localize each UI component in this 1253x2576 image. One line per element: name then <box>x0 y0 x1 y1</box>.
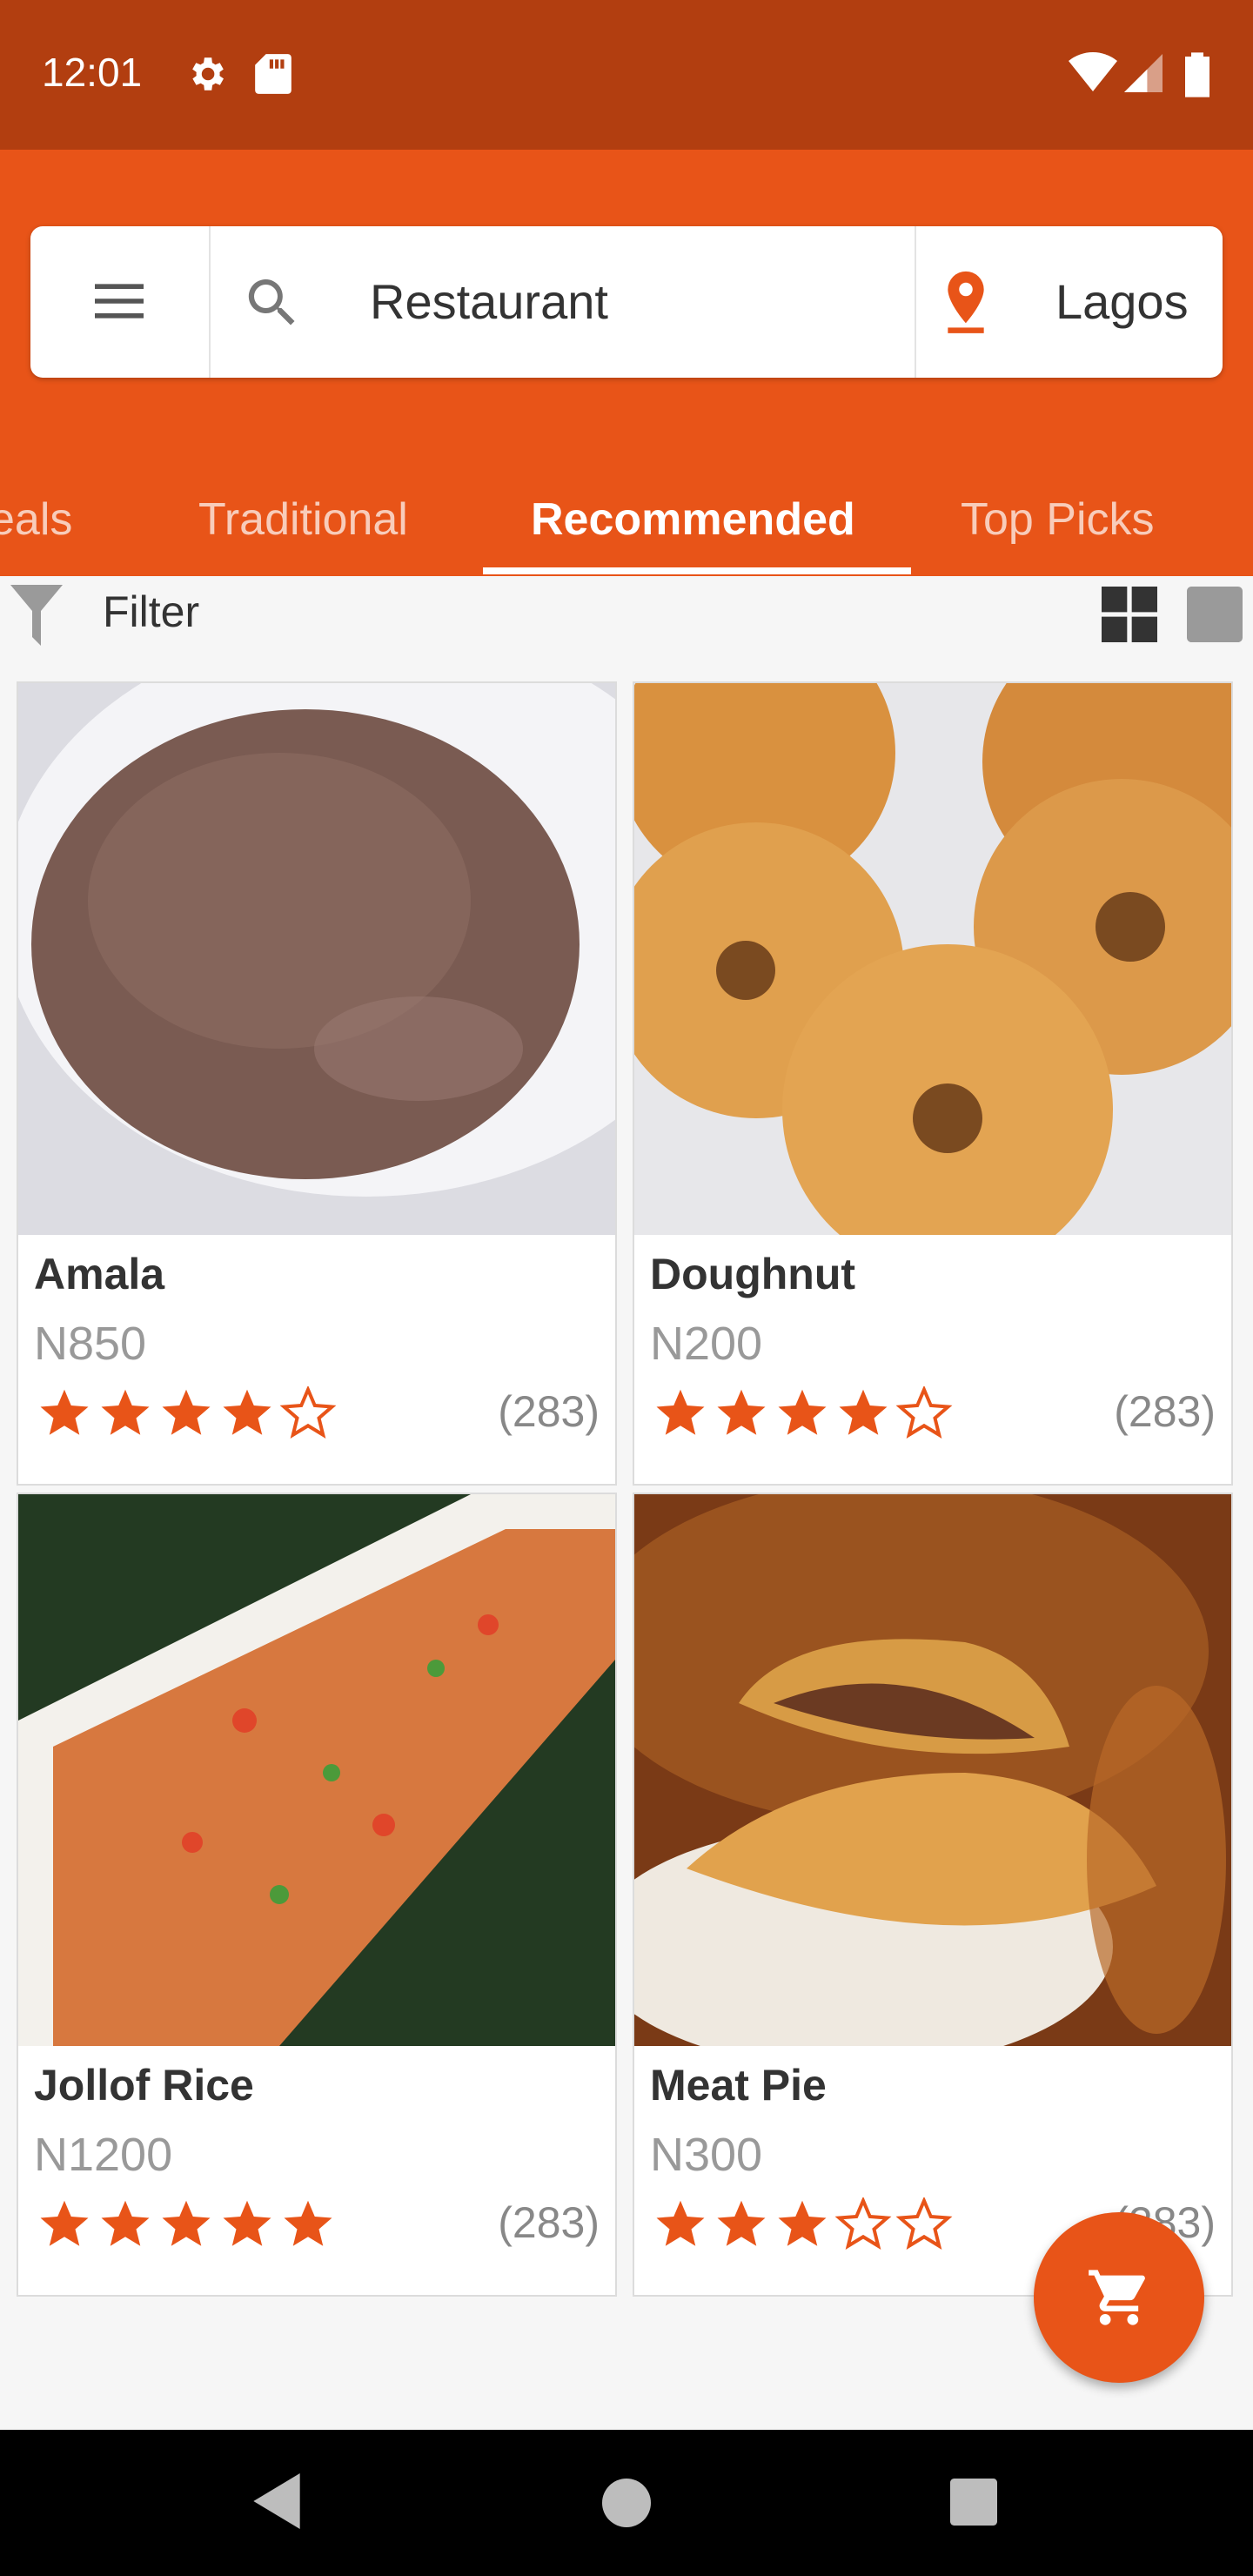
product-price: N300 <box>650 2129 763 2181</box>
star-filled-icon <box>162 1389 211 1435</box>
wifi-icon <box>1069 52 1117 91</box>
tab-meals[interactable]: eals <box>0 463 72 576</box>
jollof-rice-image <box>18 1494 615 2046</box>
category-tabs: eals Traditional Recommended Top Picks <box>0 463 1253 576</box>
recents-icon[interactable] <box>950 2479 997 2526</box>
tab-traditional[interactable]: Traditional <box>198 463 408 576</box>
menu-icon <box>95 284 144 319</box>
star-filled-icon <box>40 2200 89 2246</box>
filter-bar: Filter <box>0 576 1253 663</box>
rating-stars <box>650 2197 955 2250</box>
signal-icon <box>1124 54 1163 92</box>
list-view-icon[interactable] <box>1187 587 1243 642</box>
tab-top-picks[interactable]: Top Picks <box>961 463 1155 576</box>
meat-pie-image <box>634 1494 1231 2046</box>
gear-icon <box>192 57 224 91</box>
search-input[interactable]: Restaurant <box>370 273 608 330</box>
star-filled-icon <box>223 1389 271 1435</box>
location-field[interactable]: Lagos <box>1055 273 1189 330</box>
star-filled-icon <box>839 1389 888 1435</box>
star-filled-icon <box>101 2200 150 2246</box>
review-count: (283) <box>498 2198 600 2247</box>
sd-card-icon <box>255 54 291 94</box>
back-icon[interactable] <box>252 2473 301 2529</box>
product-price: N1200 <box>34 2129 173 2181</box>
home-icon[interactable] <box>602 2479 651 2527</box>
star-filled-icon <box>40 1389 89 1435</box>
product-price: N850 <box>34 1318 147 1370</box>
location-pin-icon[interactable] <box>939 270 993 336</box>
rating-stars <box>34 2197 338 2250</box>
system-nav-bar <box>0 2430 1253 2576</box>
grid-view-icon[interactable] <box>1102 587 1157 642</box>
rating-stars <box>650 1386 955 1439</box>
status-bar: 12:01 <box>0 0 1253 150</box>
rating-stars <box>34 1386 338 1439</box>
divider <box>915 226 916 378</box>
star-filled-icon <box>284 2200 332 2246</box>
review-count: (283) <box>498 1387 600 1436</box>
star-filled-icon <box>778 1389 827 1435</box>
amala-image <box>18 683 615 1235</box>
cart-button[interactable] <box>1034 2212 1204 2383</box>
filter-icon[interactable] <box>10 585 63 646</box>
star-empty-icon <box>895 2197 953 2250</box>
star-empty-icon <box>834 2197 892 2250</box>
status-time: 12:01 <box>42 50 143 95</box>
star-empty-icon <box>895 1386 953 1439</box>
filter-label[interactable]: Filter <box>103 587 199 637</box>
tab-indicator <box>483 567 911 574</box>
tab-recommended[interactable]: Recommended <box>531 463 855 576</box>
product-card-amala[interactable]: Amala N850 (283) <box>17 681 617 1486</box>
product-name: Doughnut <box>650 1250 856 1298</box>
product-card-doughnut[interactable]: Doughnut N200 (283) <box>633 681 1233 1486</box>
search-card: Restaurant Lagos <box>30 226 1223 378</box>
product-card-jollof-rice[interactable]: Jollof Rice N1200 (283) <box>17 1493 617 2297</box>
star-filled-icon <box>162 2200 211 2246</box>
search-icon <box>248 279 295 325</box>
product-name: Amala <box>34 1250 165 1298</box>
star-filled-icon <box>717 1389 766 1435</box>
product-price: N200 <box>650 1318 763 1370</box>
star-empty-icon <box>279 1386 337 1439</box>
product-card-meat-pie[interactable]: Meat Pie N300 (283) <box>633 1493 1233 2297</box>
product-name: Jollof Rice <box>34 2061 254 2110</box>
review-count: (283) <box>1114 1387 1216 1436</box>
star-filled-icon <box>778 2200 827 2246</box>
menu-button[interactable] <box>30 226 209 378</box>
star-filled-icon <box>656 1389 705 1435</box>
cart-icon <box>1089 2270 1145 2325</box>
star-filled-icon <box>717 2200 766 2246</box>
product-name: Meat Pie <box>650 2061 827 2110</box>
star-filled-icon <box>101 1389 150 1435</box>
star-filled-icon <box>223 2200 271 2246</box>
app-bar: Restaurant Lagos eals Traditional Recomm… <box>0 150 1253 576</box>
star-filled-icon <box>656 2200 705 2246</box>
battery-icon <box>1185 52 1209 97</box>
doughnut-image <box>634 683 1231 1235</box>
divider <box>209 226 211 378</box>
